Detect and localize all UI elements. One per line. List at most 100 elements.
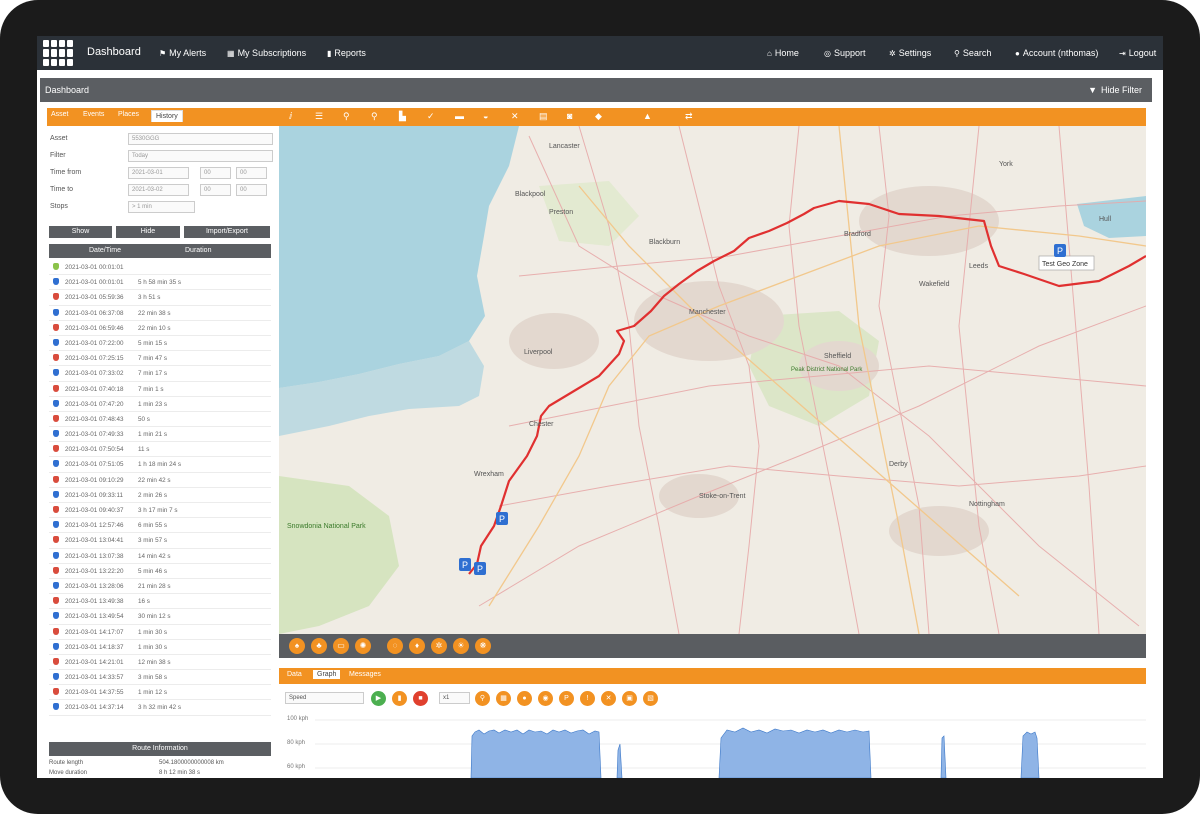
parking-toggle-icon[interactable]: P (559, 691, 574, 706)
history-row[interactable]: 2021-03-01 14:18:37 1 min 30 s (49, 640, 271, 655)
alert-toggle-icon[interactable]: ! (580, 691, 595, 706)
history-row[interactable]: 2021-03-01 05:59:36 3 h 51 s (49, 290, 271, 306)
history-row[interactable]: 2021-03-01 00:01:01 5 h 58 min 35 s (49, 275, 271, 291)
history-row[interactable]: 2021-03-01 14:17:07 1 min 30 s (49, 625, 271, 640)
history-row[interactable]: 2021-03-01 09:33:11 2 min 26 s (49, 488, 271, 503)
time-from-date-input[interactable]: 2021-03-01 (128, 167, 189, 179)
time-to-date-input[interactable]: 2021-03-02 (128, 184, 189, 196)
parking-marker[interactable]: P (496, 512, 508, 525)
tab-events[interactable]: Events (83, 111, 104, 118)
bookmark-icon[interactable]: ● (517, 691, 532, 706)
history-row[interactable]: 2021-03-01 06:37:08 22 min 38 s (49, 306, 271, 321)
nav-title[interactable]: Dashboard (87, 46, 141, 58)
nav-my-subscriptions[interactable]: ▦ My Subscriptions (227, 48, 306, 58)
stop-icon[interactable]: ■ (413, 691, 428, 706)
parking-marker[interactable]: P (1054, 244, 1066, 257)
close-graph-icon[interactable]: ✕ (601, 691, 616, 706)
calendar-icon[interactable]: ▦ (496, 691, 511, 706)
share-icon[interactable]: ⇄ (685, 111, 693, 122)
parking-marker[interactable]: P (459, 558, 471, 571)
lifebuoy-icon[interactable]: ✺ (355, 638, 371, 654)
history-row[interactable]: 2021-03-01 14:33:57 3 min 58 s (49, 670, 271, 686)
history-row[interactable]: 2021-03-01 07:51:05 1 h 18 min 24 s (49, 457, 271, 473)
lungs-icon[interactable]: ♠ (289, 638, 305, 654)
zoom-icon[interactable]: ⚲ (371, 111, 378, 122)
asset-select[interactable]: 5530GGG (128, 133, 273, 145)
hide-filter-button[interactable]: ▼ Hide Filter (1088, 85, 1142, 95)
history-row[interactable]: 2021-03-01 13:49:38 16 s (49, 594, 271, 610)
settings-wheel-icon[interactable]: ✲ (431, 638, 447, 654)
nav-search[interactable]: ⚲ Search (954, 48, 991, 58)
sliders-icon[interactable]: ☰ (315, 111, 323, 122)
fire-icon[interactable]: ♣ (311, 638, 327, 654)
tab-messages[interactable]: Messages (349, 671, 381, 678)
history-row[interactable]: 2021-03-01 07:22:00 5 min 15 s (49, 336, 271, 352)
tab-places[interactable]: Places (118, 111, 139, 118)
history-row[interactable]: 2021-03-01 14:37:14 3 h 32 min 42 s (49, 700, 271, 716)
hide-button[interactable]: Hide (116, 226, 180, 238)
history-row[interactable]: 2021-03-01 14:21:01 12 min 38 s (49, 655, 271, 671)
car-icon[interactable]: ◒ (483, 111, 488, 121)
time-from-minute-select[interactable]: 00 (236, 167, 267, 179)
history-row[interactable]: 2021-03-01 09:40:37 3 h 17 min 7 s (49, 503, 271, 519)
camera-icon[interactable]: ◙ (567, 111, 572, 121)
import-export-button[interactable]: Import/Export (184, 226, 270, 238)
bell-icon[interactable]: ▲ (643, 111, 652, 121)
check-icon[interactable]: ✓ (427, 111, 435, 122)
info-icon[interactable]: ⅈ (289, 111, 292, 122)
filter-select[interactable]: Today (128, 150, 273, 162)
history-row[interactable]: 2021-03-01 07:47:20 1 min 23 s (49, 397, 271, 412)
search-graph-icon[interactable]: ⚲ (475, 691, 490, 706)
nav-settings[interactable]: ✲ Settings (889, 48, 931, 58)
drop-icon[interactable]: ♦ (409, 638, 425, 654)
tab-asset[interactable]: Asset (51, 111, 69, 118)
layers-icon[interactable]: ◆ (595, 111, 602, 122)
history-row[interactable]: 2021-03-01 13:28:06 21 min 28 s (49, 579, 271, 595)
nav-support[interactable]: ◎ Support (824, 48, 866, 58)
time-to-hour-select[interactable]: 00 (200, 184, 231, 196)
app-grid-icon[interactable] (43, 40, 73, 66)
time-from-hour-select[interactable]: 00 (200, 167, 231, 179)
tab-data[interactable]: Data (287, 671, 302, 678)
table-icon[interactable]: ▤ (539, 111, 548, 122)
history-row[interactable]: 2021-03-01 00:01:01 (49, 260, 271, 276)
metric-select[interactable]: Speed (285, 692, 364, 704)
tools-icon[interactable]: ✕ (511, 111, 519, 122)
photo-icon[interactable]: ▣ (622, 691, 637, 706)
circle-icon[interactable]: ◌ (387, 638, 403, 654)
history-row[interactable]: 2021-03-01 13:22:20 5 min 46 s (49, 564, 271, 579)
map-view[interactable]: Test Geo Zone P P P P Lancaster Preston Bl… (279, 126, 1146, 634)
history-row[interactable]: 2021-03-01 07:33:02 7 min 17 s (49, 366, 271, 382)
speed-multiplier-select[interactable]: x1 (439, 692, 470, 704)
group-icon[interactable]: ❋ (475, 638, 491, 654)
nav-my-alerts[interactable]: ⚑ My Alerts (159, 48, 206, 58)
stops-select[interactable]: > 1 min (128, 201, 195, 213)
tab-graph[interactable]: Graph (313, 670, 341, 679)
history-row[interactable]: 2021-03-01 06:59:46 22 min 10 s (49, 321, 271, 336)
location-pin-icon[interactable]: ⚲ (343, 111, 350, 122)
record-icon[interactable]: ◉ (538, 691, 553, 706)
sun-icon[interactable]: ☀ (453, 638, 469, 654)
history-row[interactable]: 2021-03-01 13:49:54 30 min 12 s (49, 609, 271, 625)
show-button[interactable]: Show (49, 226, 112, 238)
document-icon[interactable]: ▭ (333, 638, 349, 654)
speed-graph[interactable]: 100 kph 80 kph 60 kph (279, 714, 1146, 778)
nav-reports[interactable]: ▮ Reports (327, 48, 366, 58)
parking-marker[interactable]: P (474, 562, 486, 575)
nav-home[interactable]: ⌂ Home (767, 48, 799, 58)
play-icon[interactable]: ▶ (371, 691, 386, 706)
history-row[interactable]: 2021-03-01 09:10:29 22 min 42 s (49, 473, 271, 488)
history-row[interactable]: 2021-03-01 13:07:38 14 min 42 s (49, 549, 271, 564)
image-icon[interactable]: ▧ (643, 691, 658, 706)
nav-logout[interactable]: ⇥ Logout (1119, 48, 1156, 58)
history-row[interactable]: 2021-03-01 14:37:55 1 min 12 s (49, 685, 271, 701)
pause-icon[interactable]: ▮ (392, 691, 407, 706)
history-row[interactable]: 2021-03-01 07:40:18 7 min 1 s (49, 382, 271, 397)
chart-icon[interactable]: ▙ (399, 111, 406, 122)
book-icon[interactable]: ▬ (455, 111, 464, 121)
time-to-minute-select[interactable]: 00 (236, 184, 267, 196)
history-row[interactable]: 2021-03-01 07:49:33 1 min 21 s (49, 427, 271, 443)
history-row[interactable]: 2021-03-01 07:50:54 11 s (49, 442, 271, 458)
tab-history[interactable]: History (151, 110, 183, 122)
history-row[interactable]: 2021-03-01 13:04:41 3 min 57 s (49, 533, 271, 549)
